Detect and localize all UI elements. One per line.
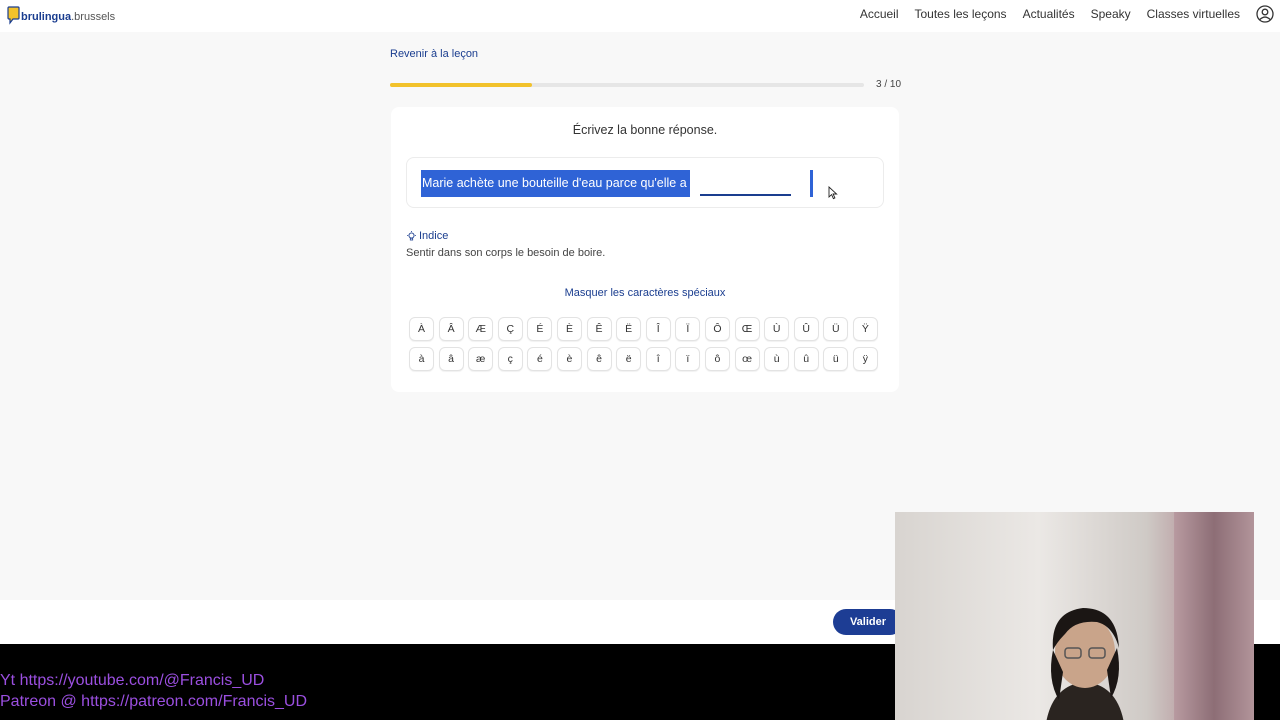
special-char-key[interactable]: î (645, 347, 671, 371)
main-nav: Accueil Toutes les leçons Actualités Spe… (844, 0, 1240, 28)
special-char-key[interactable]: ù (764, 347, 790, 371)
special-char-key[interactable]: â (438, 347, 464, 371)
special-char-key[interactable]: Ÿ (852, 317, 878, 341)
answer-input[interactable] (700, 172, 791, 196)
special-char-key[interactable]: Œ (734, 317, 760, 341)
lowercase-keys-row: àâæçéèêëîïôœùûüÿ (409, 347, 884, 371)
nav-item-actualites[interactable]: Actualités (1023, 7, 1075, 21)
special-char-key[interactable]: Â (438, 317, 464, 341)
special-char-key[interactable]: Ê (586, 317, 612, 341)
brand-logo[interactable]: brulingua.brussels (7, 2, 115, 26)
special-char-key[interactable]: Ç (497, 317, 523, 341)
back-to-lesson-link[interactable]: Revenir à la leçon (390, 48, 478, 60)
progress-counter: 3 / 10 (876, 79, 902, 90)
hint-text: Sentir dans son corps le besoin de boire… (406, 247, 606, 259)
toggle-special-characters-link[interactable]: Masquer les caractères spéciaux (391, 287, 899, 299)
sentence-text: Marie achète une bouteille d'eau parce q… (422, 176, 687, 190)
special-char-key[interactable]: Û (793, 317, 819, 341)
special-char-key[interactable]: æ (468, 347, 494, 371)
sentence-box: Marie achète une bouteille d'eau parce q… (406, 157, 884, 208)
special-char-key[interactable]: ô (704, 347, 730, 371)
nav-item-toutes-les-lecons[interactable]: Toutes les leçons (915, 7, 1007, 21)
webcam-feed (895, 512, 1254, 720)
special-char-key[interactable]: è (556, 347, 582, 371)
special-char-key[interactable]: Ô (704, 317, 730, 341)
nav-item-classes-virtuelles[interactable]: Classes virtuelles (1147, 7, 1240, 21)
exercise-instruction: Écrivez la bonne réponse. (572, 123, 718, 137)
logo-domain-text: .brussels (71, 11, 116, 23)
nav-item-speaky[interactable]: Speaky (1091, 7, 1131, 21)
special-char-key[interactable]: Ü (823, 317, 849, 341)
special-char-key[interactable]: Ë (616, 317, 642, 341)
special-characters-keyboard: ÀÂÆÇÉÈÊËÎÏÔŒÙÛÜŸ àâæçéèêëîïôœùûüÿ (409, 317, 884, 377)
special-char-key[interactable]: ê (586, 347, 612, 371)
nav-item-accueil[interactable]: Accueil (860, 7, 899, 21)
progress-bar (390, 83, 864, 87)
special-char-key[interactable]: ï (675, 347, 701, 371)
special-char-key[interactable]: û (793, 347, 819, 371)
special-char-key[interactable]: ë (616, 347, 642, 371)
special-char-key[interactable]: œ (734, 347, 760, 371)
special-char-key[interactable]: Ï (675, 317, 701, 341)
uppercase-keys-row: ÀÂÆÇÉÈÊËÎÏÔŒÙÛÜŸ (409, 317, 884, 341)
text-caret (810, 170, 813, 197)
special-char-key[interactable]: é (527, 347, 553, 371)
webcam-background-curtain (1174, 512, 1254, 720)
special-char-key[interactable]: À (409, 317, 434, 341)
webcam-person-silhouette (1046, 608, 1124, 720)
patreon-link-text: Patreon @ https://patreon.com/Francis_UD (0, 693, 308, 710)
special-char-key[interactable]: É (527, 317, 553, 341)
lightbulb-icon (406, 230, 417, 242)
selected-sentence-highlight: Marie achète une bouteille d'eau parce q… (421, 170, 690, 197)
youtube-link-text: Yt https://youtube.com/@Francis_UD (0, 672, 265, 689)
special-char-key[interactable]: È (556, 317, 582, 341)
special-char-key[interactable]: ç (497, 347, 523, 371)
special-char-key[interactable]: ü (823, 347, 849, 371)
speech-bubble-logo-icon (7, 6, 20, 26)
hint-toggle[interactable]: Indice (406, 230, 448, 242)
hint-label: Indice (419, 230, 449, 242)
exercise-card: Écrivez la bonne réponse. Marie achète u… (391, 107, 899, 392)
special-char-key[interactable]: Ù (764, 317, 790, 341)
special-char-key[interactable]: Æ (468, 317, 494, 341)
validate-button[interactable]: Valider (833, 609, 903, 635)
progress-bar-fill (390, 83, 533, 87)
special-char-key[interactable]: ÿ (852, 347, 878, 371)
user-circle-icon[interactable] (1256, 5, 1274, 23)
special-char-key[interactable]: Î (645, 317, 671, 341)
top-navbar: brulingua.brussels Accueil Toutes les le… (0, 0, 1280, 32)
logo-brand-text: brulingua (21, 11, 72, 23)
mouse-pointer-icon (828, 185, 838, 200)
special-char-key[interactable]: à (409, 347, 434, 371)
